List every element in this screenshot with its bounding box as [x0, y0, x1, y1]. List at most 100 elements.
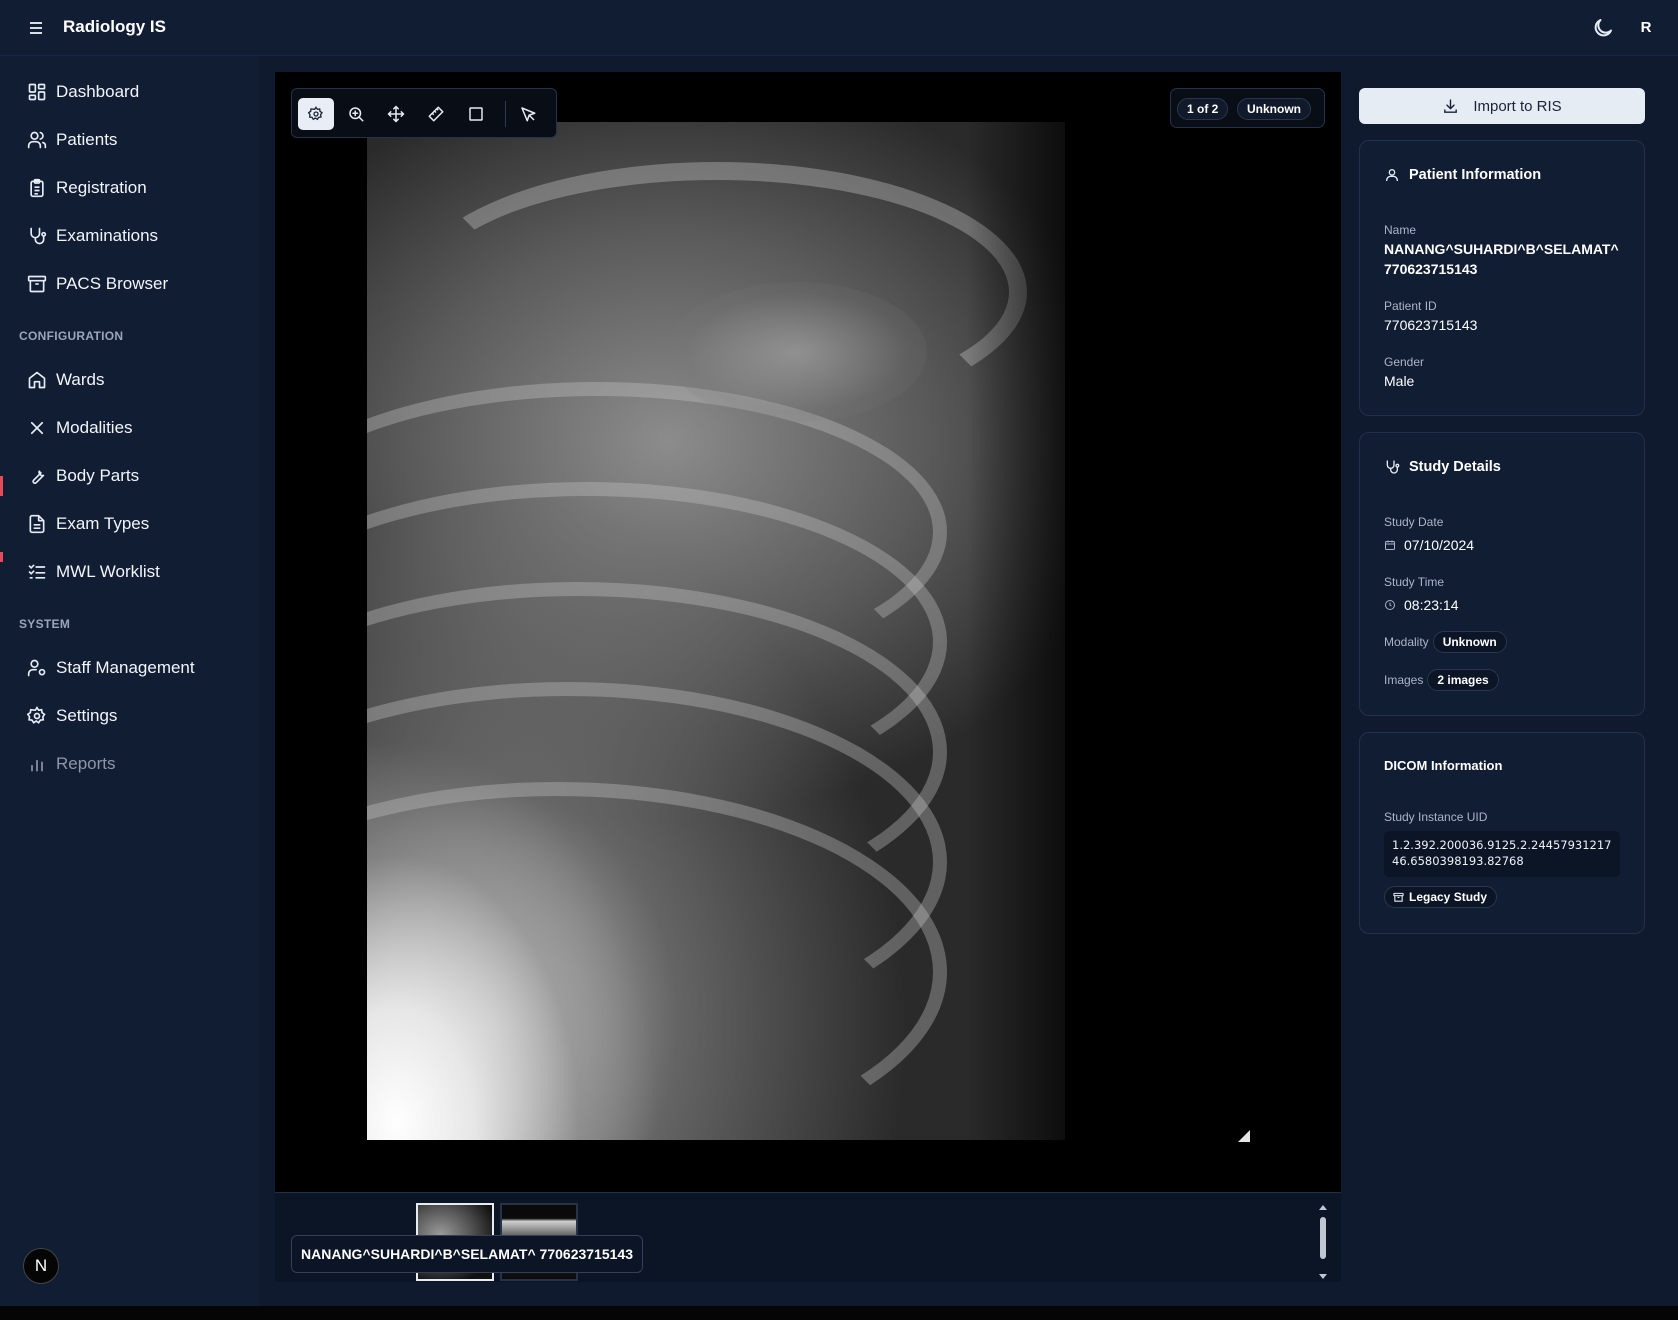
- sidebar-item-dashboard[interactable]: Dashboard: [18, 72, 250, 112]
- sidebar-item-label: Body Parts: [56, 466, 140, 485]
- study-date-label: Study Date: [1384, 515, 1444, 529]
- study-time-label: Study Time: [1384, 575, 1445, 589]
- archive-icon: [1393, 892, 1404, 903]
- toolbar-divider: [505, 101, 506, 127]
- sidebar: Dashboard Patients Registration Examinat…: [0, 56, 258, 1306]
- sidebar-item-label: Settings: [56, 706, 118, 725]
- resize-corner-icon[interactable]: [1238, 1130, 1250, 1142]
- modality-badge: Unknown: [1237, 98, 1311, 120]
- taskbar: [0, 1306, 1678, 1320]
- thumbnail-scrollbar[interactable]: [1317, 1203, 1329, 1281]
- viewer-toolbar: [291, 88, 557, 138]
- hamburger-icon[interactable]: [26, 18, 48, 38]
- sidebar-item-reports[interactable]: Reports: [18, 744, 250, 784]
- sidebar-item-label: Patients: [56, 130, 118, 149]
- legacy-study-badge: Legacy Study: [1384, 886, 1498, 908]
- sidebar-item-exam-types[interactable]: Exam Types: [18, 504, 250, 544]
- study-details-card: Study Details Study Date 07/10/2024 Stud…: [1359, 432, 1645, 716]
- bar-chart-icon: [27, 754, 47, 774]
- modality-label: Modality: [1384, 635, 1429, 649]
- user-cog-icon: [27, 658, 47, 678]
- archive-icon: [27, 274, 47, 294]
- patient-name-tooltip: NANANG^SUHARDI^B^SELAMAT^ 770623715143: [291, 1235, 643, 1273]
- pointer-icon[interactable]: [510, 98, 546, 130]
- study-time-row: 08:23:14: [1384, 597, 1459, 613]
- import-button-label: Import to RIS: [1473, 97, 1562, 115]
- zoom-in-icon[interactable]: [338, 98, 374, 130]
- gender-label: Gender: [1384, 355, 1425, 369]
- sidebar-item-mwl-worklist[interactable]: MWL Worklist: [18, 552, 250, 592]
- images-label: Images: [1384, 673, 1424, 687]
- study-date-value: 07/10/2024: [1404, 537, 1475, 553]
- sidebar-item-label: Wards: [56, 370, 105, 389]
- stethoscope-icon: [1384, 459, 1400, 475]
- edge-marker: [0, 476, 3, 496]
- sidebar-item-label: Exam Types: [56, 514, 150, 533]
- sidebar-item-modalities[interactable]: Modalities: [18, 408, 250, 448]
- app-title: Radiology IS: [63, 17, 166, 36]
- modality-row: Modality Unknown: [1384, 631, 1507, 653]
- moon-icon[interactable]: [1591, 16, 1615, 40]
- top-bar: Radiology IS R: [0, 0, 1678, 56]
- study-details-title: Study Details: [1384, 459, 1501, 475]
- xray-soft-tissue-edge: [967, 122, 1065, 1140]
- sidebar-item-label: Reports: [56, 754, 116, 773]
- grid-icon: [27, 82, 47, 102]
- edge-marker: [0, 552, 3, 562]
- sidebar-item-pacs-browser[interactable]: PACS Browser: [18, 264, 250, 304]
- settings-tool-icon[interactable]: [298, 98, 334, 130]
- thumbnail-strip: NANANG^SUHARDI^B^SELAMAT^ 770623715143: [275, 1192, 1341, 1282]
- download-icon: [1442, 98, 1459, 115]
- gender-value: Male: [1384, 373, 1415, 389]
- dicom-info-title: DICOM Information: [1384, 758, 1503, 773]
- patient-info-title-text: Patient Information: [1409, 167, 1542, 183]
- user-avatar[interactable]: R: [1634, 16, 1658, 40]
- wrench-icon: [27, 466, 47, 486]
- modality-value-badge: Unknown: [1432, 631, 1507, 653]
- sidebar-item-label: Staff Management: [56, 658, 195, 677]
- study-time-value: 08:23:14: [1404, 597, 1459, 613]
- legacy-study-label: Legacy Study: [1409, 890, 1488, 904]
- footer-avatar[interactable]: N: [23, 1248, 59, 1284]
- name-value: NANANG^SUHARDI^B^SELAMAT^ 770623715143: [1384, 241, 1619, 277]
- home-icon: [27, 370, 47, 390]
- users-icon: [27, 130, 47, 150]
- sidebar-item-label: MWL Worklist: [56, 562, 160, 581]
- study-uid-label: Study Instance UID: [1384, 810, 1488, 824]
- list-checks-icon: [27, 562, 47, 582]
- sidebar-item-patients[interactable]: Patients: [18, 120, 250, 160]
- sidebar-item-examinations[interactable]: Examinations: [18, 216, 250, 256]
- section-label-configuration: CONFIGURATION: [19, 329, 124, 343]
- clock-icon: [1384, 599, 1396, 611]
- patient-info-card: Patient Information Name NANANG^SUHARDI^…: [1359, 140, 1645, 416]
- humeral-head: [667, 282, 927, 422]
- sidebar-item-registration[interactable]: Registration: [18, 168, 250, 208]
- images-count-badge: 2 images: [1427, 669, 1499, 691]
- sidebar-item-body-parts[interactable]: Body Parts: [18, 456, 250, 496]
- patient-id-value: 770623715143: [1384, 317, 1478, 333]
- sidebar-item-settings[interactable]: Settings: [18, 696, 250, 736]
- xray-image: [367, 122, 1065, 1140]
- gear-icon: [27, 706, 47, 726]
- sidebar-item-wards[interactable]: Wards: [18, 360, 250, 400]
- patient-info-title: Patient Information: [1384, 167, 1541, 183]
- rectangle-icon[interactable]: [458, 98, 494, 130]
- pan-icon[interactable]: [378, 98, 414, 130]
- sidebar-item-staff-management[interactable]: Staff Management: [18, 648, 250, 688]
- user-icon: [1384, 167, 1400, 183]
- sidebar-item-label: Modalities: [56, 418, 133, 437]
- study-date-row: 07/10/2024: [1384, 537, 1474, 553]
- image-counter: 1 of 2: [1177, 98, 1229, 120]
- study-details-title-text: Study Details: [1409, 459, 1501, 475]
- document-icon: [27, 514, 47, 534]
- sidebar-item-label: Registration: [56, 178, 147, 197]
- image-info-panel: 1 of 2 Unknown: [1170, 88, 1325, 128]
- import-to-ris-button[interactable]: Import to RIS: [1359, 88, 1645, 124]
- images-row: Images 2 images: [1384, 669, 1499, 691]
- study-uid-value: 1.2.392.200036.9125.2.2445793121746.6580…: [1384, 831, 1620, 877]
- stethoscope-icon: [27, 226, 47, 246]
- image-viewer[interactable]: 1 of 2 Unknown: [275, 72, 1432, 1192]
- ruler-icon[interactable]: [418, 98, 454, 130]
- section-label-system: SYSTEM: [19, 617, 71, 631]
- x-icon: [27, 418, 47, 438]
